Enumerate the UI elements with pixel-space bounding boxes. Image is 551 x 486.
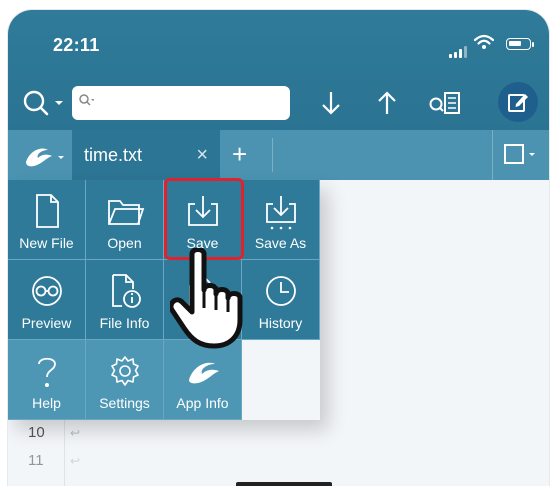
search-input[interactable] <box>72 86 290 120</box>
new-file-icon <box>35 194 59 228</box>
help-icon <box>37 357 56 387</box>
line-number: 11 <box>28 452 44 469</box>
tap-hand-icon <box>168 247 254 357</box>
home-indicator <box>236 482 332 486</box>
arrow-up-icon[interactable] <box>374 88 400 118</box>
menu-label: New File <box>19 235 74 251</box>
close-tab-icon[interactable]: × <box>196 130 208 180</box>
menu-file-info[interactable]: File Info <box>86 260 164 340</box>
folder-icon <box>107 200 144 225</box>
menu-new-file[interactable]: New File <box>8 180 86 260</box>
search-menu-button[interactable] <box>22 88 68 118</box>
menu-label: App Info <box>176 395 229 411</box>
menu-settings[interactable]: Settings <box>86 340 164 420</box>
phone-screen: 22:11 time.txt × + 10 ↩ 11 ↩ New File Op… <box>8 10 549 486</box>
edit-button[interactable] <box>498 82 538 122</box>
menu-label: Help <box>32 395 61 411</box>
signal-icon <box>449 40 469 58</box>
app-logo-icon <box>188 362 219 384</box>
status-bar: 22:11 <box>8 10 549 70</box>
history-icon <box>265 276 296 306</box>
file-info-icon <box>111 274 141 308</box>
line-break-icon: ↩ <box>70 426 81 440</box>
menu-label: Preview <box>21 315 72 331</box>
tab-title: time.txt <box>84 145 143 165</box>
square-icon <box>504 144 535 164</box>
menu-help[interactable]: Help <box>8 340 86 420</box>
add-tab-button[interactable]: + <box>232 130 247 178</box>
find-replace-icon[interactable] <box>428 88 462 118</box>
menu-label: File Info <box>99 315 150 331</box>
preview-icon <box>31 276 62 306</box>
status-time: 22:11 <box>53 35 100 55</box>
edit-icon <box>508 94 528 112</box>
line-break-icon: ↩ <box>70 454 81 468</box>
gear-icon <box>110 356 139 386</box>
menu-preview[interactable]: Preview <box>8 260 86 340</box>
menu-label: Open <box>107 235 142 251</box>
view-toggle-button[interactable] <box>492 130 549 180</box>
search-icon <box>78 86 95 120</box>
menu-open[interactable]: Open <box>86 180 164 260</box>
line-number: 10 <box>28 424 45 441</box>
app-menu-button[interactable] <box>16 140 70 172</box>
wifi-icon <box>473 34 495 55</box>
arrow-down-icon[interactable] <box>318 88 344 118</box>
save-as-icon <box>265 196 296 230</box>
battery-icon <box>506 38 534 50</box>
menu-label: Settings <box>99 395 150 411</box>
tab-separator <box>272 138 273 172</box>
tab-time-txt[interactable]: time.txt × <box>72 130 220 180</box>
